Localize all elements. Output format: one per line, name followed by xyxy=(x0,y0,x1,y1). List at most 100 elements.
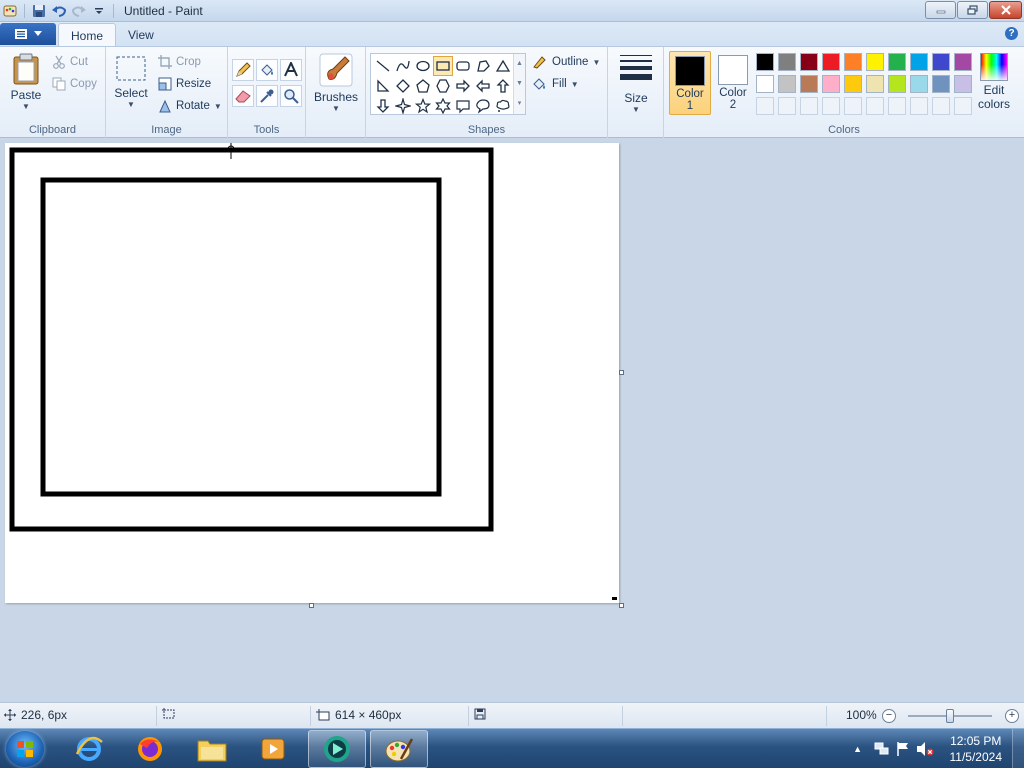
magnifier-icon[interactable] xyxy=(280,85,302,107)
color2-button[interactable]: Color 2 xyxy=(712,51,754,115)
close-button[interactable] xyxy=(989,1,1022,19)
shape-curve-icon[interactable] xyxy=(393,56,413,76)
text-icon[interactable] xyxy=(280,59,302,81)
canvas-resize-handle-bottom[interactable] xyxy=(309,603,314,608)
palette-swatch[interactable] xyxy=(800,75,818,93)
save-icon[interactable] xyxy=(31,3,47,19)
show-desktop-button[interactable] xyxy=(1012,729,1024,768)
shape-oval-callout-icon[interactable] xyxy=(473,96,493,116)
resize-button[interactable]: Resize xyxy=(158,75,211,93)
shape-line-icon[interactable] xyxy=(373,56,393,76)
shape-down-arrow-icon[interactable] xyxy=(373,96,393,116)
custom-color-slot[interactable] xyxy=(910,97,928,115)
custom-color-slot[interactable] xyxy=(932,97,950,115)
palette-swatch[interactable] xyxy=(800,53,818,71)
rotate-button[interactable]: Rotate ▼ xyxy=(158,97,222,115)
customize-toolbar-icon[interactable] xyxy=(91,3,107,19)
palette-swatch[interactable] xyxy=(844,75,862,93)
shape-rounded-callout-icon[interactable] xyxy=(453,96,473,116)
shape-triangle-icon[interactable] xyxy=(493,56,513,76)
volume-muted-icon[interactable] xyxy=(916,741,934,757)
canvas-resize-handle-corner[interactable] xyxy=(619,603,624,608)
shape-oval-icon[interactable] xyxy=(413,56,433,76)
undo-icon[interactable] xyxy=(51,3,67,19)
color1-button[interactable]: Color 1 xyxy=(669,51,711,115)
taskbar-app[interactable] xyxy=(308,730,366,768)
show-hidden-icons-icon[interactable]: ▲ xyxy=(853,744,862,754)
size-button[interactable]: Size ▼ xyxy=(614,51,658,114)
palette-swatch[interactable] xyxy=(756,75,774,93)
minimize-button[interactable] xyxy=(925,1,956,19)
taskbar-media-player[interactable] xyxy=(244,730,302,768)
tab-view[interactable]: View xyxy=(116,23,166,46)
action-center-flag-icon[interactable] xyxy=(896,741,910,757)
shape-right-arrow-icon[interactable] xyxy=(453,76,473,96)
shape-left-arrow-icon[interactable] xyxy=(473,76,493,96)
select-button[interactable]: Select ▼ xyxy=(112,55,150,109)
palette-swatch[interactable] xyxy=(844,53,862,71)
paste-button[interactable]: Paste ▼ xyxy=(6,53,46,111)
shape-five-point-star-icon[interactable] xyxy=(413,96,433,116)
palette-swatch[interactable] xyxy=(822,53,840,71)
palette-swatch[interactable] xyxy=(932,75,950,93)
shape-pentagon-icon[interactable] xyxy=(413,76,433,96)
zoom-in-button[interactable]: + xyxy=(1005,709,1019,723)
fill-bucket-icon[interactable] xyxy=(256,59,278,81)
copy-button[interactable]: Copy xyxy=(52,75,97,93)
shape-four-point-star-icon[interactable] xyxy=(393,96,413,116)
network-icon[interactable] xyxy=(874,741,890,757)
taskbar-file-explorer[interactable] xyxy=(183,730,241,768)
palette-swatch[interactable] xyxy=(866,75,884,93)
custom-color-slot[interactable] xyxy=(800,97,818,115)
palette-swatch[interactable] xyxy=(822,75,840,93)
palette-swatch[interactable] xyxy=(888,75,906,93)
custom-color-slot[interactable] xyxy=(778,97,796,115)
custom-color-slot[interactable] xyxy=(822,97,840,115)
color-picker-icon[interactable] xyxy=(256,85,278,107)
redo-icon[interactable] xyxy=(71,3,87,19)
palette-swatch[interactable] xyxy=(954,75,972,93)
help-icon[interactable]: ? xyxy=(1005,27,1018,40)
palette-swatch[interactable] xyxy=(932,53,950,71)
taskbar-internet-explorer[interactable] xyxy=(60,730,118,768)
palette-swatch[interactable] xyxy=(866,53,884,71)
edit-colors-button[interactable]: Edit colors xyxy=(974,53,1014,111)
cut-button[interactable]: Cut xyxy=(52,53,88,71)
shapes-scrollbar[interactable]: ▲ ▼ ▾ xyxy=(513,54,525,114)
start-button[interactable] xyxy=(6,731,44,767)
palette-swatch[interactable] xyxy=(910,53,928,71)
palette-swatch[interactable] xyxy=(888,53,906,71)
zoom-slider-thumb[interactable] xyxy=(946,709,954,723)
paint-app-icon[interactable] xyxy=(2,3,18,19)
shape-rectangle-icon[interactable] xyxy=(433,56,453,76)
drawing-canvas[interactable] xyxy=(5,143,619,603)
custom-color-slot[interactable] xyxy=(866,97,884,115)
taskbar-clock[interactable]: 12:05 PM 11/5/2024 xyxy=(950,733,1003,765)
shape-polygon-icon[interactable] xyxy=(473,56,493,76)
custom-color-slot[interactable] xyxy=(756,97,774,115)
shape-cloud-callout-icon[interactable] xyxy=(493,96,513,116)
custom-color-slot[interactable] xyxy=(844,97,862,115)
zoom-out-button[interactable]: − xyxy=(882,709,896,723)
pencil-icon[interactable] xyxy=(232,59,254,81)
tab-home[interactable]: Home xyxy=(58,23,117,46)
shape-hexagon-icon[interactable] xyxy=(433,76,453,96)
palette-swatch[interactable] xyxy=(778,53,796,71)
shape-right-triangle-icon[interactable] xyxy=(373,76,393,96)
paint-menu-button[interactable] xyxy=(0,23,56,45)
brushes-button[interactable]: Brushes ▼ xyxy=(312,53,360,113)
eraser-icon[interactable] xyxy=(232,85,254,107)
palette-swatch[interactable] xyxy=(954,53,972,71)
palette-swatch[interactable] xyxy=(910,75,928,93)
shape-up-arrow-icon[interactable] xyxy=(493,76,513,96)
taskbar-firefox[interactable] xyxy=(121,730,179,768)
crop-button[interactable]: Crop xyxy=(158,53,201,71)
shape-rounded-rectangle-icon[interactable] xyxy=(453,56,473,76)
palette-swatch[interactable] xyxy=(756,53,774,71)
canvas-resize-handle-right[interactable] xyxy=(619,370,624,375)
taskbar-paint[interactable] xyxy=(370,730,428,768)
shape-diamond-icon[interactable] xyxy=(393,76,413,96)
shape-six-point-star-icon[interactable] xyxy=(433,96,453,116)
custom-color-slot[interactable] xyxy=(954,97,972,115)
custom-color-slot[interactable] xyxy=(888,97,906,115)
